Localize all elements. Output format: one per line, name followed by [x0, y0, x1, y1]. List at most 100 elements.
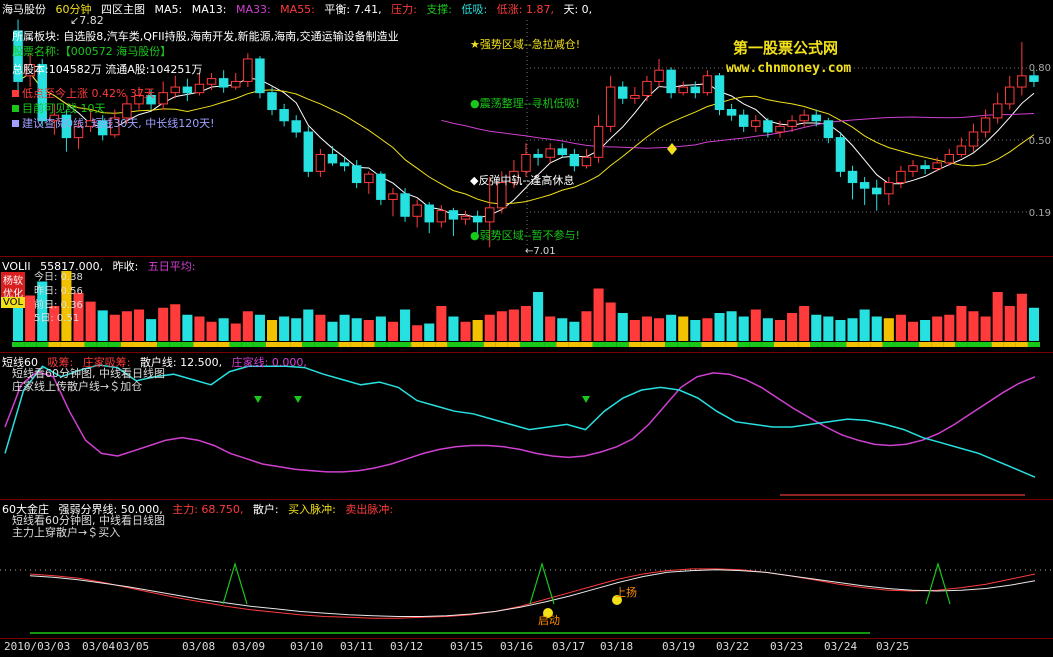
volume-bar [291, 318, 302, 341]
volume-strip [169, 342, 182, 347]
volume-strip [350, 342, 363, 347]
candle-body [956, 145, 967, 155]
volume-strip [399, 342, 412, 347]
candle-body [630, 94, 640, 99]
volume-strip [338, 342, 351, 347]
volume-strip [374, 342, 387, 347]
ma33-label: MA33: [235, 3, 271, 16]
zone-shock: ●震荡整理--寻机低吸! [470, 97, 580, 110]
volume-bar [920, 320, 931, 341]
target-text: 目前可见线 10天 [12, 100, 106, 116]
signal-1 [254, 396, 262, 403]
candle-body [460, 215, 471, 220]
x-tick: 03/15 [450, 640, 484, 653]
low-state-text: 低点至今上涨 0.42% 37天 [12, 85, 155, 101]
candle-body [206, 78, 217, 85]
candle-body [738, 114, 749, 127]
candle-body [859, 182, 870, 189]
code-text: 股票名称:【000572 海马股份】 [12, 45, 172, 58]
x-tick: 03/12 [390, 640, 424, 653]
volume-bar [533, 292, 544, 341]
volume-strip [459, 342, 472, 347]
volume-bar [895, 314, 906, 341]
x-tick: 03/09 [232, 640, 266, 653]
volume-bar [460, 321, 471, 341]
volume-bar [484, 314, 495, 341]
candle-body [920, 165, 930, 170]
volume-bar [702, 318, 713, 341]
volume-strip [894, 342, 907, 347]
candle-body [545, 148, 555, 158]
candle-body [884, 182, 894, 195]
volume-bar [206, 321, 217, 341]
candle-body [726, 109, 737, 116]
volume-bar [424, 323, 435, 341]
volume-bar [859, 309, 870, 341]
candle-body [871, 187, 882, 195]
volume-bar [907, 321, 919, 341]
retail-line [4, 370, 1036, 473]
volume-strip [967, 342, 980, 347]
volume-strip [834, 342, 847, 347]
x-tick: 03/16 [500, 640, 534, 653]
volume-bar [629, 320, 640, 341]
badge-vol: VOL [1, 297, 26, 308]
ma33-line [441, 113, 1035, 149]
indicator2-panel: 60大金庄 强弱分界线: 50.000, 主力: 68.750, 散户: 买入脉… [0, 500, 1053, 638]
candle-body [448, 210, 459, 220]
x-axis: 2010/03/03 03/04 03/05 03/08 03/09 03/10 03/11… [0, 638, 1053, 657]
x-tick: 2010/03/03 [4, 640, 71, 653]
dealer-line [4, 364, 1036, 478]
volume-strip [108, 342, 121, 347]
candle-body [896, 170, 906, 184]
volume-bar [266, 320, 278, 341]
candle-body [303, 131, 314, 172]
candle-body [351, 165, 362, 184]
candle-body [847, 170, 858, 184]
volume-strip [181, 342, 194, 347]
candle-body [581, 156, 592, 167]
ind2-note-2: 主力上穿散户→＄买入 [12, 526, 121, 539]
volume-strip [519, 342, 533, 347]
ind2-d: 买入脉冲: [288, 503, 336, 516]
volume-bar [327, 321, 338, 341]
ind2-e: 卖出脉冲: [345, 503, 394, 516]
candle-body [436, 210, 447, 223]
volume-strip [628, 342, 641, 347]
candle-body [932, 162, 942, 170]
volume-bar [569, 321, 580, 341]
volume-bar [496, 311, 507, 341]
volume-bar [666, 314, 677, 341]
volume-strip [737, 342, 750, 347]
volume-strip [290, 342, 303, 347]
stock-name: 海马股份 [2, 3, 46, 16]
volume-bar [194, 316, 205, 341]
volume-strip [919, 342, 932, 347]
volume-bar [351, 318, 362, 341]
volume-strip [979, 342, 992, 347]
x-tick: 03/23 [770, 640, 804, 653]
volume-bar [762, 318, 773, 341]
volume-bar [279, 316, 290, 341]
shares-text: 总股本:104582万 流通A股:104251万 [12, 63, 203, 76]
candle-body [1029, 75, 1039, 82]
volume-strip [447, 342, 460, 347]
candle-body [569, 153, 580, 167]
candle-body [412, 204, 422, 217]
candle-body [823, 120, 834, 139]
pressure-label: 压力: [391, 3, 417, 16]
volume-bar [774, 320, 786, 341]
candle-body [243, 58, 253, 82]
volume-strip [120, 342, 133, 347]
volume-bar [738, 316, 749, 341]
high-mark-value: 7.82 [79, 14, 104, 27]
support-label: 支撑: [426, 3, 453, 16]
candle-body [775, 125, 785, 133]
high-mark: ↙7.82 [70, 14, 104, 27]
candle-body [533, 153, 543, 158]
volume-strip [689, 342, 702, 347]
volume-strip [677, 342, 690, 347]
volume-strip [96, 342, 109, 347]
volume-strip [157, 342, 170, 347]
candle-body [1005, 86, 1015, 105]
